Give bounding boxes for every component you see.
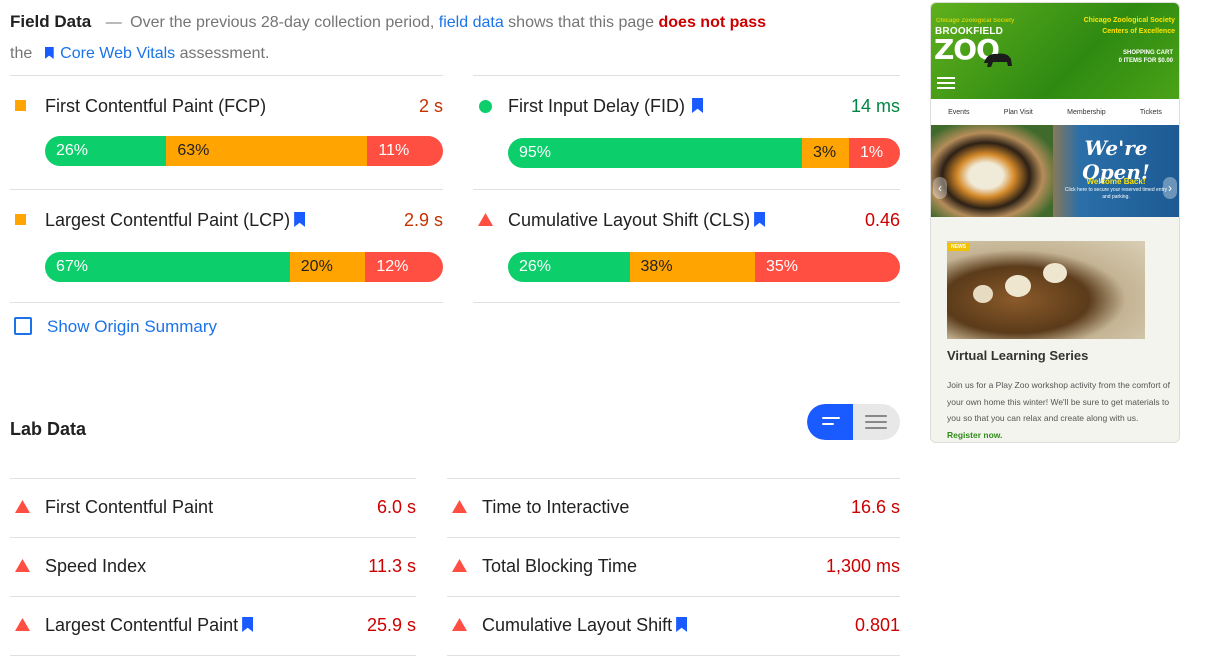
poor-triangle-icon: [15, 559, 30, 572]
bookmark-icon: [294, 212, 306, 227]
average-square-icon: [15, 100, 26, 111]
bookmark-icon: [242, 617, 254, 632]
bookmark-icon: [692, 98, 704, 113]
lab-metric-tti-value: 16.6 s: [850, 497, 900, 517]
field-metric-fcp-value: 2 s: [418, 96, 443, 116]
chevron-left-icon: ‹: [933, 177, 947, 199]
intro-text-3: the: [10, 45, 33, 62]
field-metric-fcp-distribution-bar: 26% 63% 11%: [45, 136, 443, 166]
bar-segment-average: 3%: [802, 138, 850, 168]
lab-data-heading: Lab Data: [10, 419, 87, 439]
bar-segment-good: 26%: [45, 136, 167, 166]
preview-brand-small: Chicago Zoological Society: [936, 18, 1015, 24]
lab-metric-lcp-title: Largest Contentful Paint: [45, 615, 255, 636]
lab-metric-cls-title: Cumulative Layout Shift: [482, 615, 689, 636]
intro-text-1: Over the previous 28-day collection peri…: [130, 14, 435, 31]
preview-card-text: Join us for a Play Zoo workshop activity…: [947, 380, 1170, 440]
does-not-pass-text: does not pass: [658, 14, 767, 31]
preview-society-text: Chicago Zoological Society Centers of Exc…: [1083, 17, 1175, 35]
field-metric-fid-distribution-bar: 95% 3% 1%: [508, 138, 900, 168]
preview-nav-item: Tickets: [1139, 108, 1162, 116]
bar-segment-average: 38%: [629, 252, 755, 282]
field-metric-fcp-title: First Contentful Paint (FCP): [45, 96, 267, 116]
show-origin-summary-label[interactable]: Show Origin Summary: [47, 317, 217, 337]
field-data-intro: Field Data — Over the previous 28-day co…: [10, 6, 890, 69]
poor-triangle-icon: [15, 500, 30, 513]
intro-text-4: assessment.: [179, 45, 270, 62]
field-data-heading: Field Data: [10, 12, 92, 31]
summary-view-toggle-button[interactable]: [807, 404, 853, 440]
lab-metric-lcp-value: 25.9 s: [366, 615, 416, 635]
bookmark-icon: [676, 617, 688, 632]
origin-summary-checkbox[interactable]: [14, 317, 32, 335]
lab-metric-tbt-value: 1,300 ms: [825, 556, 900, 576]
preview-banner-welcome: Welcome Back!: [1086, 177, 1146, 186]
lab-metric-fcp-value: 6.0 s: [376, 497, 416, 517]
monkey-face: [1043, 263, 1067, 283]
preview-nav-item: Plan Visit: [1003, 108, 1033, 116]
poor-triangle-icon: [452, 500, 467, 513]
good-circle-icon: [479, 100, 492, 113]
monkey-face: [973, 285, 993, 303]
bar-segment-poor: 11%: [367, 136, 443, 166]
field-metric-lcp-title: Largest Contentful Paint (LCP): [45, 210, 307, 231]
average-square-icon: [15, 214, 26, 225]
view-toggle: [807, 404, 900, 440]
preview-nav-item: Events: [948, 108, 970, 116]
poor-triangle-icon: [478, 213, 493, 226]
bar-segment-good: 26%: [508, 252, 630, 282]
field-metric-cls-title: Cumulative Layout Shift (CLS): [508, 210, 767, 231]
lab-metric-tbt-title: Total Blocking Time: [482, 556, 638, 576]
intro-text-2: shows that this page: [508, 14, 655, 31]
field-metric-lcp-value: 2.9 s: [403, 210, 443, 230]
lab-metric-tti-title: Time to Interactive: [482, 497, 630, 517]
preview-news-tag: NEWS: [947, 243, 970, 251]
preview-monkeys-image: [947, 241, 1145, 339]
field-metric-cls-value: 0.46: [864, 210, 900, 230]
lab-metric-fcp-title: First Contentful Paint: [45, 497, 214, 517]
field-metric-cls-distribution-bar: 26% 38% 35%: [508, 252, 900, 282]
field-metric-fid-title: First Input Delay (FID): [508, 96, 705, 117]
bar-segment-good: 95%: [508, 138, 802, 168]
preview-nav-item: Membership: [1067, 108, 1106, 116]
bar-segment-poor: 1%: [849, 138, 900, 168]
bison-icon: [984, 53, 1012, 67]
preview-nav: Events Plan Visit Membership Tickets: [931, 99, 1179, 125]
field-metric-fid-value: 14 ms: [850, 96, 900, 116]
hamburger-menu-icon: [937, 77, 955, 92]
monkey-face: [1005, 275, 1031, 297]
preview-tiger-image: [931, 125, 1053, 217]
poor-triangle-icon: [452, 618, 467, 631]
lab-metric-cls-value: 0.801: [854, 615, 900, 635]
page-screenshot-preview[interactable]: Chicago Zoological Society BROOKFIELD ZO…: [930, 2, 1180, 443]
preview-banner-subtext: Click here to secure your reserved timed…: [1064, 187, 1168, 200]
lab-metric-si-value: 11.3 s: [368, 556, 416, 576]
bar-segment-average: 63%: [166, 136, 368, 166]
bookmark-icon: [44, 47, 54, 59]
preview-cart-text: SHOPPING CART 0 ITEMS FOR $0.00: [1118, 50, 1173, 64]
detailed-view-toggle-button[interactable]: [854, 404, 900, 440]
chevron-right-icon: ›: [1163, 177, 1177, 199]
bar-segment-good: 67%: [45, 252, 290, 282]
bar-segment-average: 20%: [289, 252, 366, 282]
core-web-vitals-link[interactable]: Core Web Vitals: [60, 45, 175, 62]
field-data-link[interactable]: field data: [439, 14, 504, 31]
bar-segment-poor: 35%: [754, 252, 900, 282]
field-metric-lcp-distribution-bar: 67% 20% 12%: [45, 252, 443, 282]
preview-card-title: Virtual Learning Series: [947, 348, 1089, 363]
poor-triangle-icon: [15, 618, 30, 631]
separator-dash: —: [105, 14, 122, 31]
lab-metric-si-title: Speed Index: [45, 556, 147, 576]
bar-segment-poor: 12%: [365, 252, 443, 282]
poor-triangle-icon: [452, 559, 467, 572]
